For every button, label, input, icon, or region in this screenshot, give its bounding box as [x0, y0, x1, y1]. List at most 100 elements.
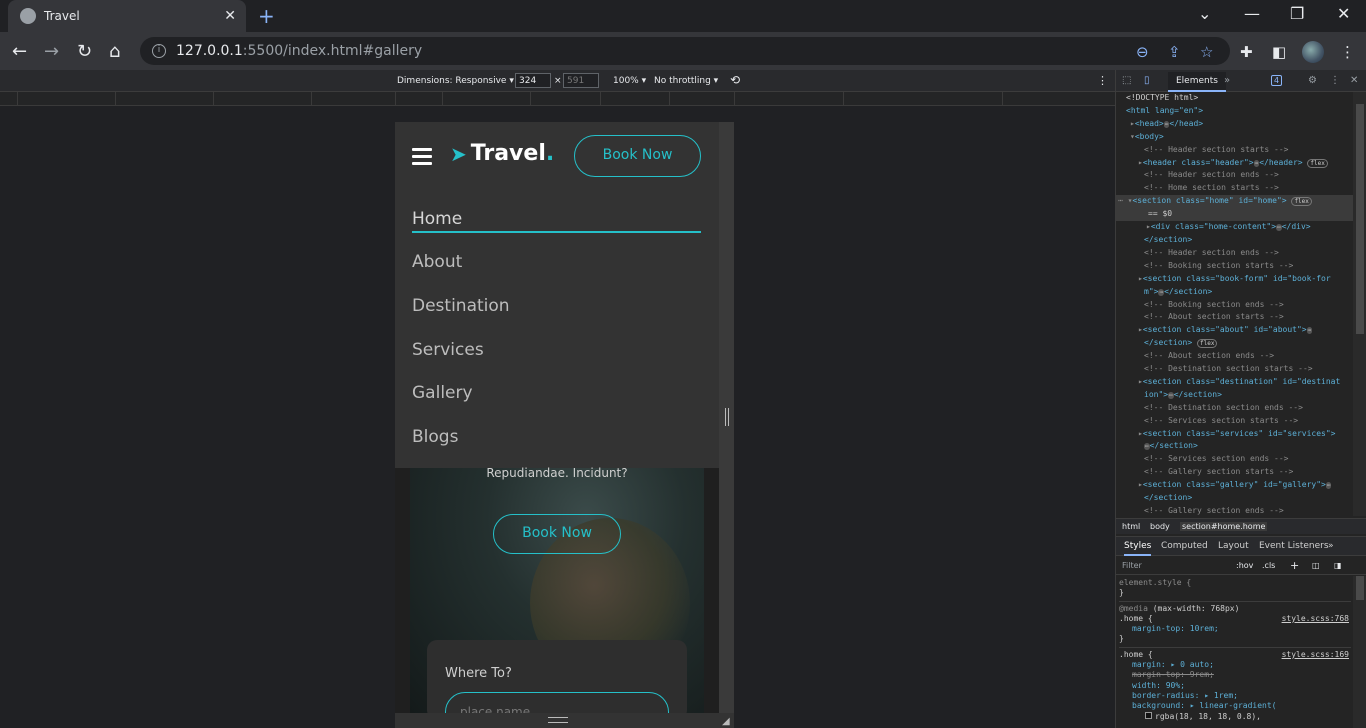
dom-line-selected[interactable]: == $0: [1116, 208, 1353, 222]
paint-icon[interactable]: ◫: [1312, 561, 1320, 570]
dom-scrollbar[interactable]: [1353, 92, 1366, 516]
dom-line[interactable]: ⋯</section>: [1116, 440, 1353, 453]
nav-gallery[interactable]: Gallery: [412, 383, 473, 403]
dom-line[interactable]: </section>: [1116, 234, 1353, 247]
dom-line[interactable]: ▸<div class="home-content">⋯</div>: [1116, 221, 1353, 234]
dom-line[interactable]: ion">⋯</section>: [1116, 389, 1353, 402]
tab-layout[interactable]: Layout: [1218, 541, 1249, 551]
height-input[interactable]: 591: [563, 73, 599, 88]
dom-line[interactable]: <!-- Header section ends -->: [1116, 169, 1353, 182]
restore-icon[interactable]: ❐: [1290, 4, 1304, 23]
zoom-icon[interactable]: ⊖: [1136, 43, 1149, 61]
site-info-icon[interactable]: i: [152, 44, 166, 58]
styles-scrollbar[interactable]: [1353, 576, 1366, 728]
source-link[interactable]: style.scss:768: [1282, 614, 1349, 624]
nav-about[interactable]: About: [412, 252, 462, 272]
browser-tab[interactable]: Travel ✕: [8, 0, 246, 32]
home-icon[interactable]: ⌂: [109, 41, 120, 62]
tab-elements[interactable]: Elements: [1168, 72, 1226, 92]
new-tab-icon[interactable]: +: [258, 4, 275, 28]
issues-badge[interactable]: 4: [1271, 75, 1283, 86]
back-icon[interactable]: ←: [12, 41, 27, 62]
tab-close-icon[interactable]: ✕: [224, 8, 236, 24]
style-prop[interactable]: margin: ▸ 0 auto;: [1119, 660, 1351, 670]
cls-toggle[interactable]: .cls: [1262, 561, 1275, 570]
dom-line[interactable]: <!-- Home section starts -->: [1116, 182, 1353, 195]
profile-avatar[interactable]: [1302, 41, 1324, 63]
site-logo[interactable]: ➤ Travel.: [450, 141, 554, 166]
style-prop[interactable]: border-radius: ▸ 1rem;: [1119, 691, 1351, 701]
address-bar[interactable]: i 127.0.0.1:5500/index.html#gallery: [140, 37, 1230, 65]
nav-destination[interactable]: Destination: [412, 296, 510, 316]
side-panel-icon[interactable]: ◧: [1272, 43, 1286, 61]
filter-input[interactable]: Filter: [1122, 561, 1142, 570]
dom-line[interactable]: <!DOCTYPE html>: [1116, 92, 1353, 105]
dom-line[interactable]: <!-- About section ends -->: [1116, 350, 1353, 363]
dom-line[interactable]: <!-- Booking section ends -->: [1116, 299, 1353, 312]
dom-line[interactable]: ▸<section class="gallery" id="gallery">⋯: [1116, 479, 1353, 492]
zoom-select[interactable]: 100% ▾: [613, 76, 646, 86]
tab-event-listeners[interactable]: Event Listeners: [1259, 541, 1329, 551]
devtools-more-icon[interactable]: ⋮: [1330, 75, 1340, 86]
dom-line[interactable]: <!-- Services section ends -->: [1116, 453, 1353, 466]
extensions-icon[interactable]: ✚: [1240, 43, 1253, 61]
dom-line[interactable]: <!-- Booking section starts -->: [1116, 260, 1353, 273]
settings-gear-icon[interactable]: ⚙: [1308, 75, 1317, 86]
dom-line[interactable]: <!-- Gallery section starts -->: [1116, 466, 1353, 479]
dom-line[interactable]: ▾<body>: [1116, 131, 1353, 144]
tab-search-icon[interactable]: ⌄: [1198, 4, 1211, 23]
header-book-now-button[interactable]: Book Now: [574, 135, 701, 177]
resize-handle-icon[interactable]: [725, 408, 729, 426]
dom-line[interactable]: <!-- Services section starts -->: [1116, 415, 1353, 428]
dom-line[interactable]: m">⋯</section>: [1116, 286, 1353, 299]
dom-line[interactable]: </section>: [1116, 492, 1353, 505]
style-prop-overridden[interactable]: margin-top: 9rem;: [1132, 670, 1214, 679]
dom-line[interactable]: ▸<section class="services" id="services"…: [1116, 428, 1353, 441]
crumb-html[interactable]: html: [1122, 522, 1140, 531]
dom-line[interactable]: <!-- Destination section ends -->: [1116, 402, 1353, 415]
dom-line[interactable]: ▸<section class="destination" id="destin…: [1116, 376, 1353, 389]
share-icon[interactable]: ⇪: [1168, 43, 1181, 61]
place-name-input[interactable]: place name: [445, 692, 669, 713]
dom-line[interactable]: </section> flex: [1116, 337, 1353, 350]
home-book-now-button[interactable]: Book Now: [493, 514, 621, 554]
bookmark-star-icon[interactable]: ☆: [1200, 43, 1213, 61]
crumb-body[interactable]: body: [1150, 522, 1170, 531]
nav-home[interactable]: Home: [412, 209, 462, 229]
minimize-icon[interactable]: —: [1244, 4, 1260, 23]
dom-line-selected[interactable]: ⋯ ▾<section class="home" id="home"> flex: [1116, 195, 1353, 209]
dom-line[interactable]: <!-- Gallery section ends -->: [1116, 505, 1353, 516]
dom-line[interactable]: ▸<header class="header">⋯</header> flex: [1116, 157, 1353, 170]
sidebar-toggle-icon[interactable]: ◨: [1334, 561, 1342, 570]
dimensions-select[interactable]: Dimensions: Responsive ▾: [397, 76, 514, 86]
source-link[interactable]: style.scss:169: [1282, 650, 1349, 660]
crumb-section[interactable]: section#home.home: [1180, 522, 1268, 531]
corner-resize-icon[interactable]: ◢: [722, 716, 730, 727]
bottom-resize-handle-icon[interactable]: [548, 717, 568, 723]
dom-line[interactable]: ▸<section class="about" id="about">⋯: [1116, 324, 1353, 337]
dom-line[interactable]: ▸<head>⋯</head>: [1116, 118, 1353, 131]
style-prop[interactable]: margin-top: 10rem;: [1119, 624, 1351, 634]
dom-line[interactable]: <!-- About section starts -->: [1116, 311, 1353, 324]
width-input[interactable]: 324: [515, 73, 551, 88]
more-tabs-icon[interactable]: »: [1224, 75, 1230, 86]
forward-icon[interactable]: →: [44, 41, 59, 62]
menu-kebab-icon[interactable]: ⋮: [1340, 43, 1355, 61]
dom-line[interactable]: <!-- Destination section starts -->: [1116, 363, 1353, 376]
dom-line[interactable]: <!-- Header section starts -->: [1116, 144, 1353, 157]
style-prop[interactable]: background: ▸ linear-gradient(: [1119, 701, 1351, 711]
window-close-icon[interactable]: ✕: [1337, 4, 1350, 23]
device-toggle-icon[interactable]: ▯: [1144, 75, 1150, 86]
devtools-close-icon[interactable]: ✕: [1350, 75, 1358, 86]
add-rule-icon[interactable]: +: [1290, 559, 1299, 572]
reload-icon[interactable]: ↻: [77, 41, 92, 62]
hamburger-menu-icon[interactable]: [412, 148, 432, 165]
rotate-icon[interactable]: ⟲: [730, 73, 740, 87]
dom-line[interactable]: <html lang="en">: [1116, 105, 1353, 118]
dom-line[interactable]: <!-- Header section ends -->: [1116, 247, 1353, 260]
color-swatch[interactable]: [1145, 711, 1152, 719]
hov-toggle[interactable]: :hov: [1236, 561, 1253, 570]
tab-styles[interactable]: Styles: [1124, 541, 1152, 556]
dom-line[interactable]: ▸<section class="book-form" id="book-for: [1116, 273, 1353, 286]
nav-services[interactable]: Services: [412, 340, 484, 360]
